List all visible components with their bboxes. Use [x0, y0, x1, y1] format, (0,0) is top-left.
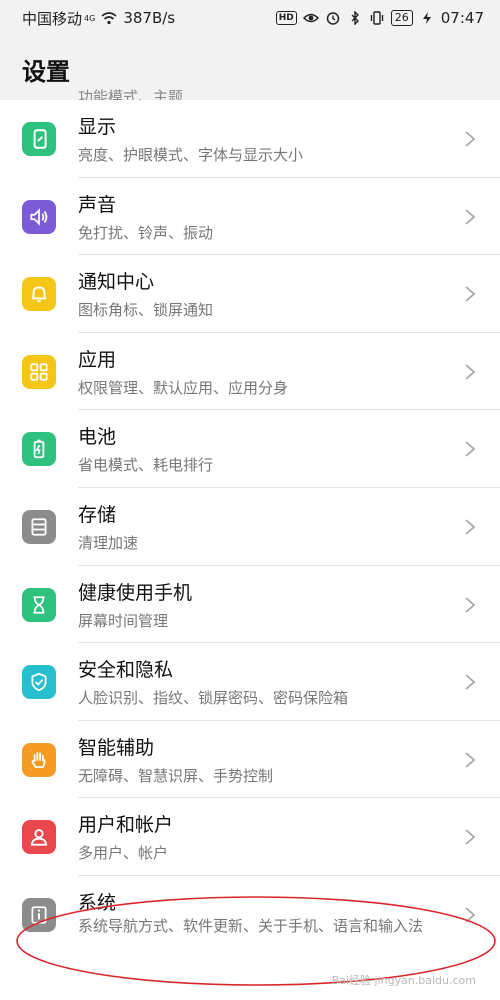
network-speed-label: 387B/s	[123, 9, 176, 27]
chevron-right-icon	[465, 441, 476, 458]
chevron-right-icon	[465, 208, 476, 225]
speaker-icon	[30, 207, 48, 226]
page-header: 设置	[0, 36, 500, 100]
settings-item[interactable]: 存储 清理加速	[0, 488, 500, 566]
settings-item-title: 通知中心	[78, 271, 155, 294]
settings-item-subtitle: 多用户、帐户	[78, 844, 169, 863]
user-icon-box	[22, 820, 56, 855]
settings-item-subtitle: 系统导航方式、软件更新、关于手机、语言和输入法	[78, 916, 424, 935]
status-right: HD 26 07:47	[275, 9, 484, 27]
settings-item-subtitle: 权限管理、默认应用、应用分身	[78, 378, 289, 397]
settings-item-title: 声音	[78, 193, 117, 216]
settings-item[interactable]: 显示亮度、护眼模式、字体与显示大小	[0, 100, 500, 178]
settings-item-title: 用户和帐户	[78, 814, 174, 837]
settings-item-title: 存储	[78, 503, 117, 526]
phone-display-icon	[33, 129, 47, 149]
settings-item-subtitle: 图标角标、锁屏通知	[78, 301, 214, 320]
scrolled-item-peek: 功能模式、主题	[78, 84, 228, 100]
hd-badge: HD	[275, 11, 297, 25]
status-left: 中国移动 4G 387B/s	[22, 8, 175, 29]
alarm-icon	[326, 12, 340, 25]
settings-item-subtitle: 亮度、护眼模式、字体与显示大小	[78, 146, 304, 164]
user-icon	[30, 829, 48, 846]
status-bar: 中国移动 4G 387B/s HD 26 07:47	[0, 0, 500, 36]
settings-item-subtitle: 无障碍、智慧识屏、手势控制	[78, 766, 274, 785]
scrolled-item-peek-text: 功能模式、主题	[78, 88, 184, 100]
hand-icon-box	[22, 742, 56, 777]
settings-item[interactable]: 通知中心图标角标、锁屏通知	[0, 255, 500, 333]
grid-apps-icon	[30, 363, 48, 381]
shield-check-icon-box	[22, 665, 56, 700]
wifi-icon	[101, 12, 117, 25]
charging-icon	[422, 12, 431, 24]
hand-icon	[31, 751, 46, 768]
storage-icon	[31, 518, 47, 536]
watermark: Bai经验 jingyan.baidu.com	[331, 974, 476, 987]
grid-apps-icon-box	[22, 354, 56, 389]
settings-item-title: 智能辅助	[78, 736, 155, 759]
vibrate-icon	[370, 11, 383, 25]
settings-item[interactable]: 应用权限管理、默认应用、应用分身	[0, 333, 500, 411]
settings-item[interactable]: 系统系统导航方式、软件更新、关于手机、语言和输入法	[0, 876, 500, 954]
hourglass-icon	[33, 595, 45, 614]
settings-item-title: 系统	[78, 891, 117, 914]
settings-item[interactable]: 健康使用手机屏幕时间管理	[0, 566, 500, 644]
chevron-right-icon	[465, 674, 476, 690]
settings-item[interactable]: 智能辅助无障碍、智慧识屏、手势控制	[0, 721, 500, 799]
chevron-right-icon	[465, 286, 476, 302]
bell-icon	[31, 286, 47, 303]
settings-item-subtitle: 清理加速	[78, 533, 139, 552]
settings-item-subtitle: 省电模式、耗电排行	[78, 456, 214, 475]
info-icon	[31, 906, 47, 924]
settings-item[interactable]: 安全和隐私人脸识别、指纹、锁屏密码、密码保险箱	[0, 643, 500, 721]
carrier-label: 中国移动	[22, 9, 83, 28]
chevron-right-icon	[465, 131, 476, 147]
battery-icon-box	[22, 432, 56, 467]
network-type-label: 4G	[84, 13, 96, 23]
battery-level: 26	[390, 10, 413, 26]
settings-item-subtitle: 人脸识别、指纹、锁屏密码、密码保险箱	[78, 689, 349, 708]
eye-icon	[302, 13, 319, 23]
page-title: 设置	[22, 58, 70, 86]
bell-icon-box	[22, 277, 56, 312]
hourglass-icon-box	[22, 587, 56, 622]
settings-item-subtitle: 屏幕时间管理	[78, 611, 169, 630]
settings-item-title: 应用	[78, 348, 117, 371]
chevron-right-icon	[465, 596, 476, 613]
settings-item-title: 健康使用手机	[78, 581, 193, 604]
settings-list: 显示亮度、护眼模式、字体与显示大小声音免打扰、铃声、振动通知中心图标角标、锁屏通…	[0, 100, 500, 954]
chevron-right-icon	[465, 829, 476, 846]
settings-item-title: 安全和隐私	[78, 659, 174, 682]
clock-label: 07:47	[440, 9, 484, 27]
storage-icon-box	[22, 509, 56, 544]
chevron-right-icon	[465, 752, 476, 768]
bluetooth-icon	[351, 11, 359, 25]
settings-item-title: 显示	[78, 116, 117, 138]
settings-item[interactable]: 电池省电模式、耗电排行	[0, 410, 500, 488]
chevron-right-icon	[465, 519, 476, 535]
settings-item-title: 电池	[78, 426, 117, 449]
speaker-icon-box	[22, 199, 56, 234]
info-icon-box	[22, 897, 56, 932]
settings-item[interactable]: 声音免打扰、铃声、振动	[0, 178, 500, 256]
chevron-right-icon	[465, 364, 476, 380]
phone-display-icon-box	[22, 122, 56, 156]
battery-icon	[33, 440, 45, 459]
settings-item[interactable]: 用户和帐户多用户、帐户	[0, 798, 500, 876]
shield-check-icon	[31, 672, 47, 692]
chevron-right-icon	[465, 907, 476, 923]
settings-item-subtitle: 免打扰、铃声、振动	[78, 223, 214, 242]
